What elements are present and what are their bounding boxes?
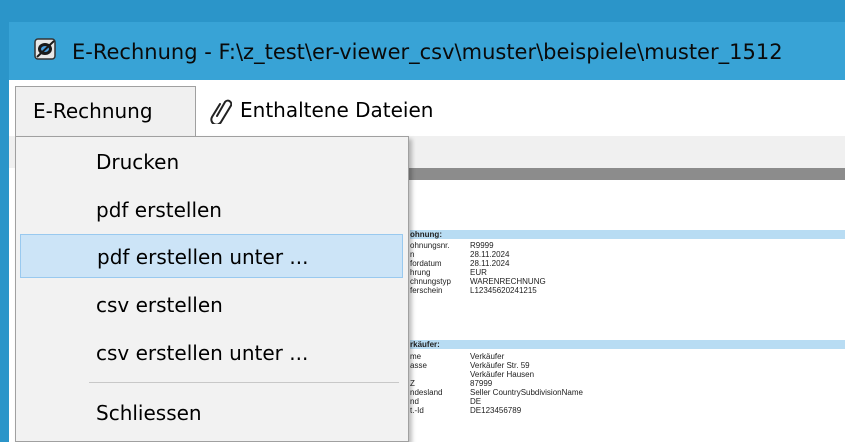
menu-item-pdf-erstellen-unter[interactable]: pdf erstellen unter ... <box>20 234 403 278</box>
menu-e-rechnung-label: E-Rechnung <box>33 99 153 123</box>
menu-item-label: csv erstellen unter ... <box>96 341 309 365</box>
menu-item-pdf-erstellen[interactable]: pdf erstellen <box>20 188 403 232</box>
menu-e-rechnung[interactable]: E-Rechnung <box>15 86 196 136</box>
paperclip-icon <box>210 99 232 124</box>
menu-separator <box>89 382 399 383</box>
menu-item-drucken[interactable]: Drucken <box>20 140 403 184</box>
menu-item-label: Drucken <box>96 150 180 174</box>
menu-item-schliessen[interactable]: Schliessen <box>20 391 403 435</box>
section-header: rkäufer: <box>410 340 845 349</box>
window-title: E-Rechnung - F:\z_test\er-viewer_csv\mus… <box>72 40 783 64</box>
menu-enthaltene-dateien-label: Enthaltene Dateien <box>240 98 434 122</box>
menu-item-label: pdf erstellen <box>96 198 222 222</box>
section-header: ohnung: <box>410 230 845 239</box>
menu-item-csv-erstellen-unter[interactable]: csv erstellen unter ... <box>20 331 403 375</box>
menu-item-label: csv erstellen <box>96 293 223 317</box>
menu-item-label: Schliessen <box>96 401 202 425</box>
e-rechnung-dropdown-menu: Drucken pdf erstellen pdf erstellen unte… <box>15 136 409 442</box>
menu-item-label: pdf erstellen unter ... <box>97 245 309 269</box>
app-icon <box>34 38 56 60</box>
menu-item-csv-erstellen[interactable]: csv erstellen <box>20 283 403 327</box>
